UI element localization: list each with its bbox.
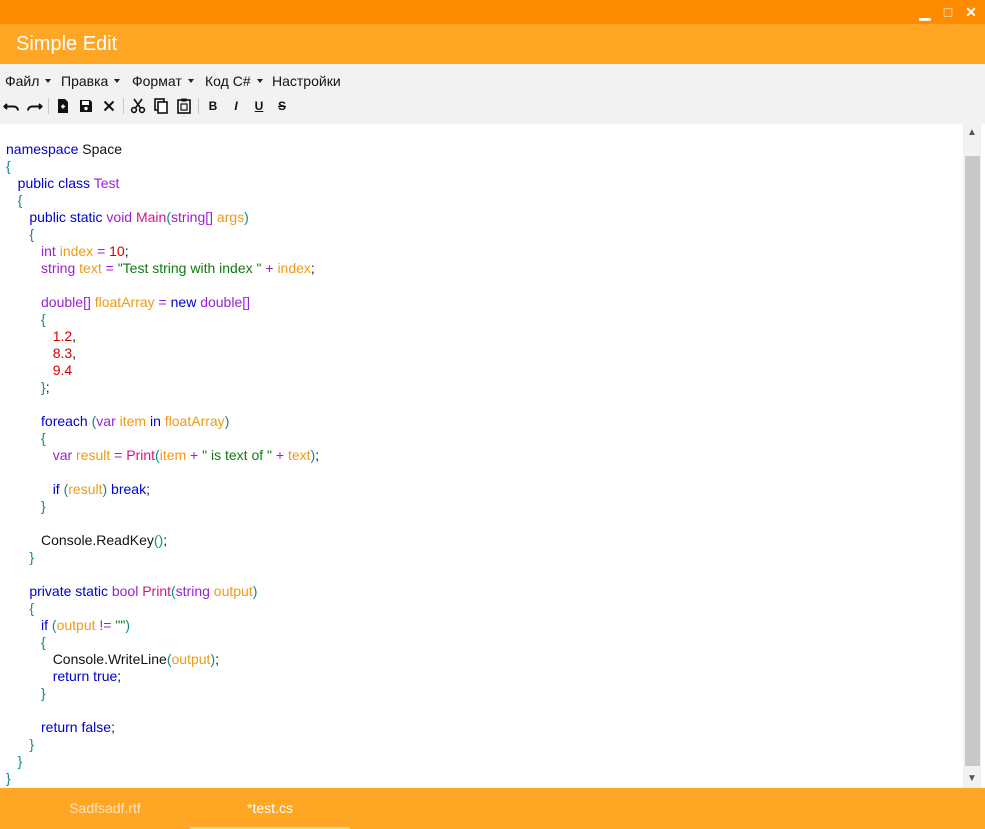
code-line: var result = Print(item + " is text of "…: [52, 447, 320, 463]
title-bar: Simple Edit: [0, 24, 985, 64]
code-line: 9.4: [52, 362, 73, 378]
code-line: namespace Space: [6, 141, 122, 157]
code-editor[interactable]: namespace Space{ public class Test { pub…: [0, 124, 963, 788]
code-line: }: [41, 498, 46, 514]
code-line: Console.WriteLine(output);: [52, 651, 220, 667]
code-line: 1.2,: [52, 328, 77, 344]
chevron-down-icon: [187, 79, 194, 84]
scroll-up-icon[interactable]: ▲: [963, 126, 981, 140]
code-line: }: [17, 753, 23, 769]
menu-settings-label: Настройки: [272, 73, 341, 89]
code-line: if (output != ""): [41, 617, 130, 633]
scroll-down-icon[interactable]: ▼: [963, 772, 981, 786]
code-line: }: [29, 736, 35, 752]
menu-format[interactable]: Формат: [132, 72, 194, 90]
tab-label: *test.cs: [247, 800, 293, 816]
code-line: double[] floatArray = new double[]: [41, 294, 251, 310]
code-text[interactable]: namespace Space{ public class Test { pub…: [6, 141, 319, 787]
chevron-down-icon: [45, 79, 52, 84]
copy-icon[interactable]: [152, 97, 170, 115]
menu-code-label: Код C#: [205, 73, 251, 89]
paste-icon[interactable]: [175, 97, 193, 115]
italic-icon[interactable]: I: [227, 97, 245, 115]
toolbar-separator: [123, 98, 124, 114]
tab-test-cs[interactable]: *test.cs: [190, 788, 350, 829]
menu-code[interactable]: Код C#: [205, 72, 263, 90]
code-line: {: [41, 311, 46, 327]
code-line: int index = 10;: [41, 243, 129, 259]
menu-edit-label: Правка: [61, 73, 109, 89]
code-line: {: [6, 158, 11, 174]
app-title: Simple Edit: [16, 33, 118, 55]
toolbar-separator: [48, 98, 49, 114]
maximize-icon[interactable]: □: [937, 2, 959, 22]
menu-toolbar-area: Файл Правка Формат Код C# Настройки B I …: [0, 64, 985, 124]
menu-settings[interactable]: Настройки: [272, 72, 341, 90]
code-line: {: [17, 192, 23, 208]
new-file-icon[interactable]: [54, 97, 72, 115]
redo-icon[interactable]: [25, 97, 43, 115]
save-icon[interactable]: [77, 97, 95, 115]
minimize-icon[interactable]: ▁: [914, 2, 936, 22]
tab-label: Sadfsadf.rtf: [69, 800, 141, 816]
code-line: }: [41, 685, 46, 701]
bold-icon[interactable]: B: [204, 97, 222, 115]
code-line: }: [6, 770, 11, 786]
code-line: Console.ReadKey();: [41, 532, 168, 548]
code-line: public class Test: [17, 175, 120, 191]
underline-icon[interactable]: U: [250, 97, 268, 115]
close-window-icon[interactable]: ✕: [960, 2, 982, 22]
code-line: public static void Main(string[] args): [29, 209, 249, 225]
code-line: {: [29, 600, 35, 616]
window-control-bar: ▁ □ ✕: [0, 0, 985, 24]
strikethrough-icon[interactable]: S: [273, 97, 291, 115]
menu-format-label: Формат: [132, 73, 182, 89]
tab-sadfsadf-rtf[interactable]: Sadfsadf.rtf: [40, 788, 170, 829]
code-line: return false;: [41, 719, 115, 735]
chevron-down-icon: [256, 79, 263, 84]
menu-edit[interactable]: Правка: [61, 72, 121, 90]
code-line: private static bool Print(string output): [29, 583, 258, 599]
cut-icon[interactable]: [129, 97, 147, 115]
code-line: }: [29, 549, 35, 565]
close-icon[interactable]: [100, 97, 118, 115]
code-line: string text = "Test string with index " …: [41, 260, 315, 276]
scrollbar-thumb[interactable]: [965, 156, 980, 766]
code-line: {: [41, 634, 46, 650]
vertical-scrollbar[interactable]: ▲ ▼: [963, 124, 981, 788]
menu-file-label: Файл: [5, 73, 40, 89]
code-line: {: [29, 226, 35, 242]
code-line: 8.3,: [52, 345, 77, 361]
code-line: return true;: [52, 668, 122, 684]
toolbar-separator: [198, 98, 199, 114]
menu-file[interactable]: Файл: [5, 72, 52, 90]
code-line: {: [41, 430, 46, 446]
code-line: if (result) break;: [52, 481, 150, 497]
document-tabs-bar: Sadfsadf.rtf *test.cs: [0, 788, 985, 829]
undo-icon[interactable]: [3, 97, 21, 115]
code-line: foreach (var item in floatArray): [41, 413, 230, 429]
chevron-down-icon: [114, 79, 121, 84]
code-line: };: [41, 379, 50, 395]
